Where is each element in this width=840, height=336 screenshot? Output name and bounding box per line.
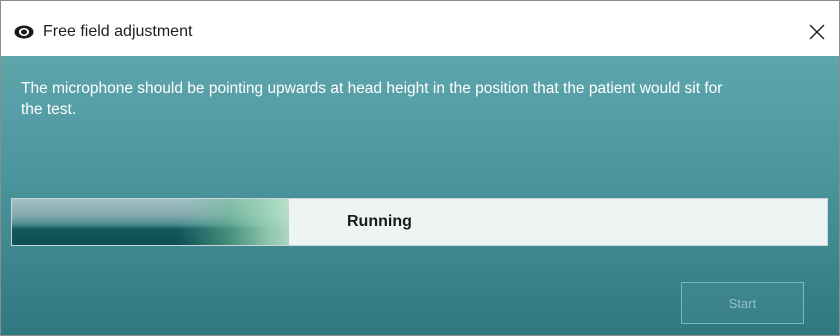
progress-fill [12, 199, 290, 245]
dialog-content: The microphone should be pointing upward… [1, 56, 839, 335]
dialog-window: Free field adjustment The microphone sho… [0, 0, 840, 336]
close-icon [809, 24, 825, 40]
instruction-text: The microphone should be pointing upward… [21, 80, 723, 118]
progress-status-label: Running [347, 213, 412, 230]
close-button[interactable] [795, 11, 839, 53]
progress-bar: Running [11, 198, 828, 246]
window-title: Free field adjustment [43, 23, 193, 40]
speaker-icon [14, 25, 34, 39]
start-button[interactable]: Start [681, 282, 804, 324]
title-bar: Free field adjustment [1, 1, 839, 56]
